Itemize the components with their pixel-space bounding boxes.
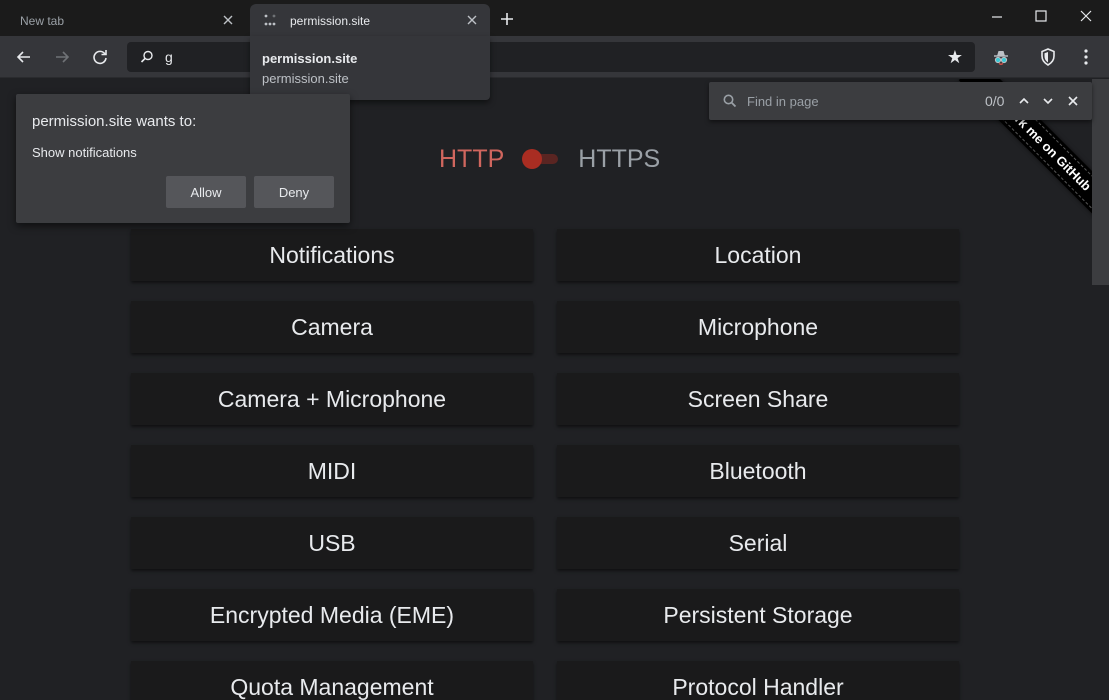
bluetooth-button[interactable]: Bluetooth (557, 445, 959, 497)
prompt-title: permission.site wants to: (32, 113, 197, 130)
browser-toolbar: g ★ (0, 36, 1109, 78)
page-scrollbar[interactable] (1092, 79, 1109, 700)
window-close-icon[interactable] (1075, 6, 1097, 28)
find-match-count: 0/0 (985, 93, 1005, 109)
close-icon[interactable] (220, 12, 236, 28)
suggestion-title: permission.site (262, 51, 358, 66)
tab-strip: New tab permission.site (0, 0, 1109, 36)
find-bar: 0/0 (709, 82, 1092, 120)
find-input[interactable] (747, 92, 967, 110)
http-label: HTTP (439, 144, 505, 173)
midi-button[interactable]: MIDI (131, 445, 533, 497)
location-button[interactable]: Location (557, 229, 959, 281)
eme-button[interactable]: Encrypted Media (EME) (131, 589, 533, 641)
search-icon (139, 49, 155, 65)
usb-button[interactable]: USB (131, 517, 533, 569)
omnibox-text: g (165, 49, 173, 65)
arrow-right-icon[interactable] (51, 46, 73, 68)
camera-button[interactable]: Camera (131, 301, 533, 353)
reload-icon[interactable] (89, 46, 111, 68)
protocol-toggle[interactable]: HTTP HTTPS (439, 144, 660, 174)
tab-new-tab[interactable]: New tab (8, 4, 246, 36)
new-tab-plus-icon[interactable] (497, 9, 517, 29)
permission-prompt: permission.site wants to: Show notificat… (16, 94, 350, 223)
quota-management-button[interactable]: Quota Management (131, 661, 533, 700)
tab-title: New tab (20, 14, 65, 28)
chevron-down-icon[interactable] (1039, 92, 1057, 110)
star-icon[interactable]: ★ (945, 47, 965, 67)
omnibox-suggestion[interactable]: permission.site permission.site (250, 36, 490, 100)
maximize-icon[interactable] (1030, 6, 1052, 28)
microphone-button[interactable]: Microphone (557, 301, 959, 353)
persistent-storage-button[interactable]: Persistent Storage (557, 589, 959, 641)
minimize-icon[interactable] (986, 6, 1008, 28)
protocol-switch[interactable] (522, 148, 559, 170)
close-icon[interactable] (1064, 92, 1082, 110)
screen-share-button[interactable]: Screen Share (557, 373, 959, 425)
https-label: HTTPS (578, 144, 661, 173)
kebab-menu-icon[interactable] (1075, 46, 1097, 68)
deny-button[interactable]: Deny (254, 176, 334, 208)
notifications-button[interactable]: Notifications (131, 229, 533, 281)
protocol-handler-button[interactable]: Protocol Handler (557, 661, 959, 700)
prompt-request: Show notifications (32, 145, 137, 160)
loading-favicon-icon (263, 13, 277, 27)
search-icon (722, 93, 738, 109)
switch-knob (522, 149, 543, 169)
suggestion-url: permission.site (262, 71, 349, 86)
camera-microphone-button[interactable]: Camera + Microphone (131, 373, 533, 425)
allow-button[interactable]: Allow (166, 176, 246, 208)
scrollbar-thumb[interactable] (1092, 79, 1109, 285)
serial-button[interactable]: Serial (557, 517, 959, 569)
chevron-up-icon[interactable] (1015, 92, 1033, 110)
arrow-left-icon[interactable] (13, 46, 35, 68)
incognito-extension-icon[interactable] (990, 46, 1012, 68)
close-icon[interactable] (464, 12, 480, 28)
tab-permission-site[interactable]: permission.site (250, 4, 490, 36)
tab-title: permission.site (290, 14, 371, 28)
shield-icon[interactable] (1037, 46, 1059, 68)
